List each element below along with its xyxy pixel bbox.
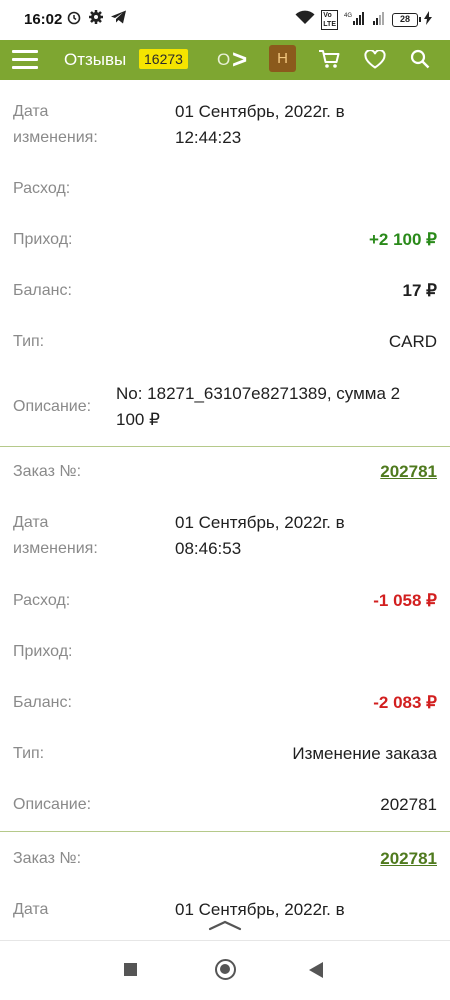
svg-text:4G: 4G	[344, 13, 352, 19]
income-label: Приход:	[13, 231, 73, 248]
reviews-link[interactable]: Отзывы	[64, 50, 126, 70]
alarm-icon	[66, 9, 82, 31]
wifi-icon	[295, 10, 315, 30]
income-label: Приход:	[13, 643, 73, 660]
balance-label: Баланс:	[13, 694, 72, 711]
date-value-line1: 01 Сентябрь, 2022г. в	[175, 513, 345, 532]
divider	[0, 940, 450, 941]
type-value: Изменение заказа	[292, 744, 437, 763]
description-value-line2: 100 ₽	[116, 410, 160, 429]
volte-icon: Vo LTE	[321, 10, 338, 30]
type-label: Тип:	[13, 333, 45, 350]
date-label: Дата	[13, 901, 49, 918]
date-label: Дата изменения:	[13, 514, 98, 557]
chevron-right-icon[interactable]: >	[232, 46, 247, 72]
order-link[interactable]: 202781	[380, 459, 437, 485]
expense-label: Расход:	[13, 180, 71, 197]
description-value: 202781	[380, 795, 437, 814]
status-time: 16:02	[24, 11, 63, 28]
type-label: Тип:	[13, 745, 45, 762]
telegram-icon	[110, 9, 127, 31]
date-label: Дата изменения:	[13, 103, 98, 146]
expense-value: -1 058 ₽	[373, 591, 437, 610]
divider	[0, 446, 450, 447]
date-value-line2: 12:44:23	[175, 128, 242, 147]
heart-icon[interactable]	[364, 49, 386, 74]
order-link[interactable]: 202781	[380, 846, 437, 872]
transactions-list: Дата изменения: 01 Сентябрь, 2022г. в 12…	[0, 80, 450, 940]
profile-button[interactable]: Н	[269, 45, 296, 72]
expense-label: Расход:	[13, 592, 71, 609]
nav-item-partial[interactable]: О	[217, 50, 230, 70]
status-bar: 16:02 Vo LTE 4G 28	[0, 0, 450, 40]
description-label: Описание:	[13, 796, 92, 813]
date-value-line1: 01 Сентябрь, 2022г. в	[175, 102, 345, 121]
balance-label: Баланс:	[13, 282, 72, 299]
income-value: +2 100 ₽	[368, 230, 437, 249]
back-button[interactable]	[309, 962, 323, 978]
home-button[interactable]	[215, 959, 236, 980]
battery-icon: 28	[392, 13, 421, 27]
order-label: Заказ №:	[13, 463, 82, 480]
charging-icon	[424, 10, 432, 30]
menu-icon[interactable]	[12, 47, 38, 73]
balance-value: -2 083 ₽	[373, 693, 437, 712]
description-label: Описание:	[13, 398, 92, 415]
type-value: CARD	[388, 332, 437, 351]
signal-icon: 4G	[344, 11, 366, 30]
divider	[0, 831, 450, 832]
signal-icon	[372, 11, 386, 30]
balance-value: 17 ₽	[402, 281, 437, 300]
chevron-up-icon[interactable]	[208, 918, 242, 936]
description-value-line1: No: 18271_63107e8271389, сумма 2	[116, 384, 401, 403]
cart-icon[interactable]	[318, 49, 340, 74]
search-icon[interactable]	[410, 49, 430, 74]
order-label: Заказ №:	[13, 850, 82, 867]
settings-icon	[88, 9, 104, 31]
recents-button[interactable]	[124, 963, 137, 976]
date-value-line2: 08:46:53	[175, 539, 242, 558]
reviews-count-badge: 16273	[139, 49, 188, 69]
